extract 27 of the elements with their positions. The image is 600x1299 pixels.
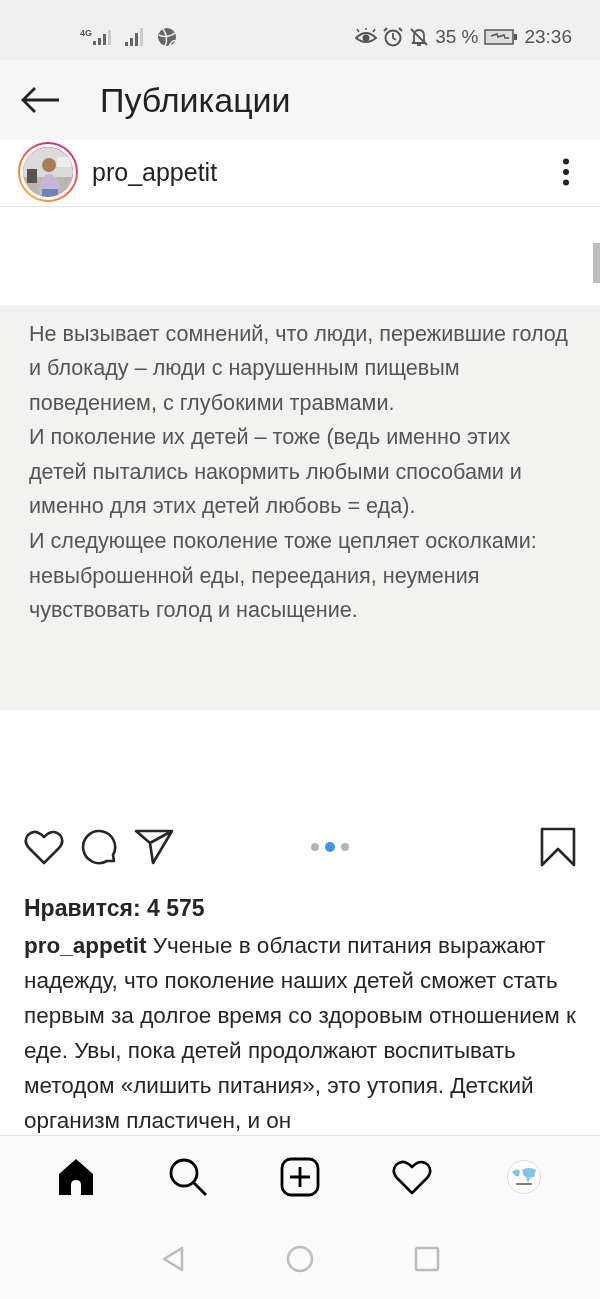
- heart-icon[interactable]: [24, 829, 64, 865]
- globe-icon: [157, 27, 177, 47]
- eye-icon: [355, 28, 378, 46]
- clock-time: 23:36: [524, 26, 572, 48]
- heart-icon[interactable]: [392, 1159, 432, 1195]
- image-text: И следующее поколение тоже цепляет осколками: невыброшенной еды, переедания, неумения чувствовать голод и насыщение.: [29, 527, 538, 625]
- avatar-ring[interactable]: [18, 142, 78, 202]
- post-caption: pro_appetit Ученые в области питания выражают надежду, что поколение наших детей сможет стать первым за долгое время со здоровым отношением к еде. Увы, пока детей продолжают воспитывать методом «лишить питания», это утопия. Детский организм пластичен, и он: [24, 932, 576, 1135]
- battery-percent: 35 %: [435, 26, 479, 48]
- likes-count[interactable]: Нравится: 4 575: [0, 877, 600, 922]
- network-type: 4G: [80, 29, 92, 38]
- more-options-icon[interactable]: [562, 158, 570, 186]
- home-icon[interactable]: [56, 1157, 96, 1197]
- page-title: Публикации: [100, 80, 291, 120]
- comment-icon[interactable]: [80, 828, 118, 866]
- image-text: Не вызывает сомнений, что люди, пережившие голод и блокаду – люди с нарушенным пищевым поведением, с глубокими травмами.: [29, 319, 569, 417]
- muted-bell-icon: [409, 27, 430, 47]
- alarm-icon: [383, 27, 404, 47]
- back-arrow-icon[interactable]: [20, 86, 60, 114]
- battery-icon: [484, 29, 519, 45]
- username[interactable]: pro_appetit: [92, 157, 562, 187]
- search-icon[interactable]: [168, 1157, 208, 1197]
- bookmark-icon[interactable]: [540, 827, 576, 867]
- scrollbar-thumb: [593, 243, 600, 283]
- image-text: И поколение их детей – тоже (ведь именно этих детей пытались накормить любыми способами и именно для этих детей любовь = еда).: [29, 423, 523, 521]
- add-post-icon[interactable]: [280, 1157, 320, 1197]
- send-icon[interactable]: [134, 829, 174, 865]
